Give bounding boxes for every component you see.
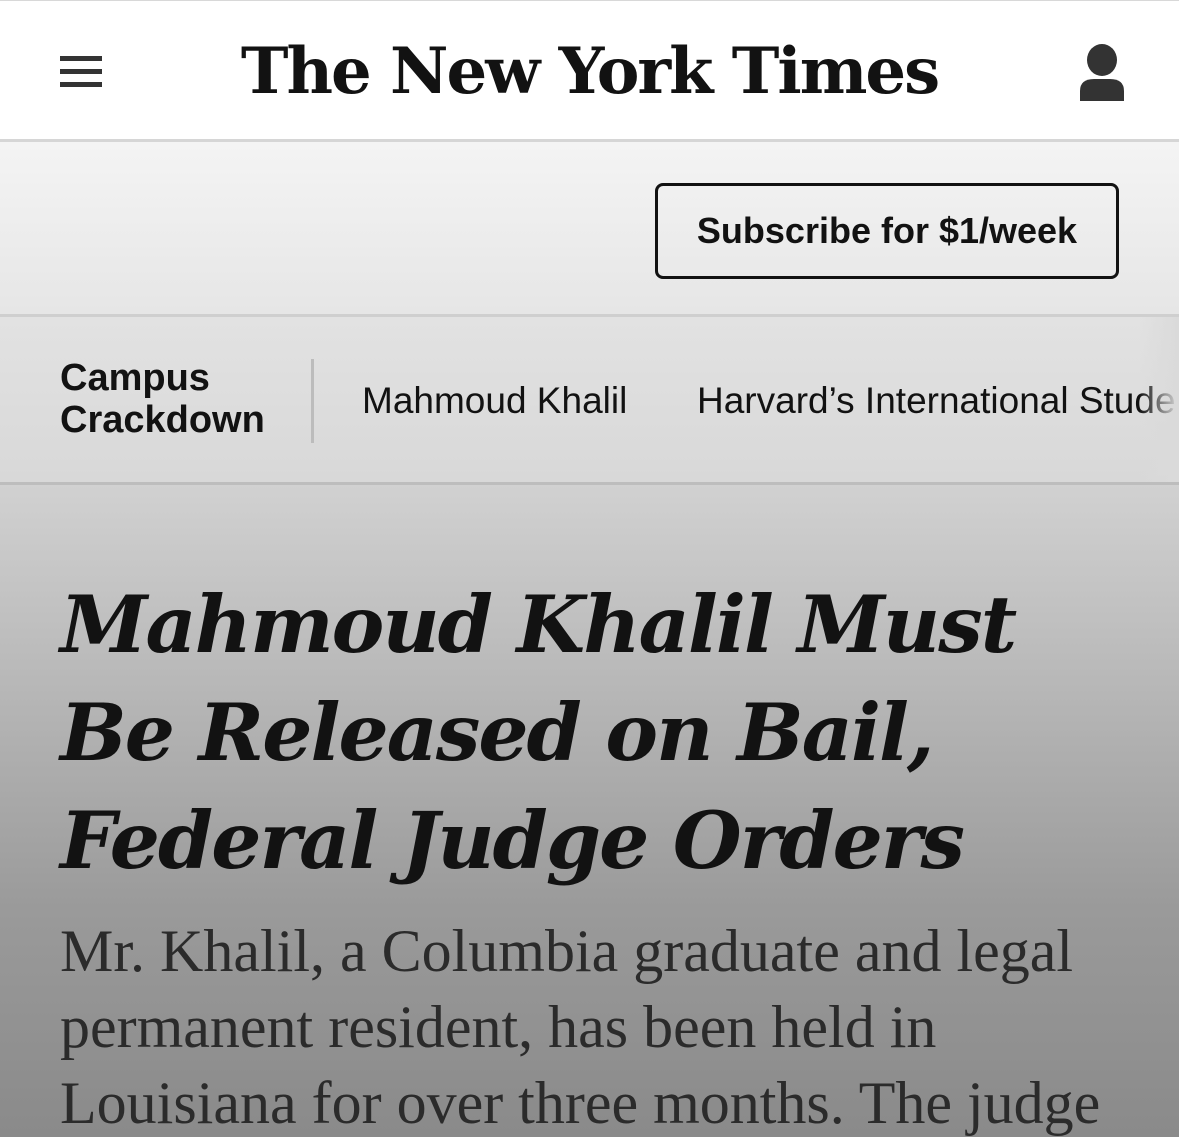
nav-link-mahmoud-khalil[interactable]: Mahmoud Khalil <box>362 379 627 423</box>
person-icon-graphic <box>1080 44 1124 101</box>
nav-link-harvard-international-students[interactable]: Harvard’s International Stude <box>697 379 1176 423</box>
person-icon[interactable] <box>1078 43 1126 103</box>
section-title-link[interactable]: Campus Crackdown <box>60 357 290 441</box>
subscribe-bar: Subscribe for $1/week <box>0 142 1179 317</box>
summary-line: permanent resident, has been held in <box>60 994 937 1060</box>
article-area: Mahmoud Khalil Must Be Released on Bail,… <box>0 485 1179 1137</box>
section-title-line: Crackdown <box>60 399 265 441</box>
nav-scroll-fade <box>1139 317 1179 482</box>
nav-divider <box>311 359 314 443</box>
headline-line: Be Released on Bail, <box>60 686 935 779</box>
nyt-logo[interactable]: The New York Times <box>0 27 1179 117</box>
section-title-line: Campus <box>60 357 210 399</box>
article-summary: Mr. Khalil, a Columbia graduate and lega… <box>60 913 1140 1137</box>
article-headline[interactable]: Mahmoud Khalil Must Be Released on Bail,… <box>60 571 1020 895</box>
summary-line: Mr. Khalil, a Columbia graduate and lega… <box>60 918 1074 984</box>
subscribe-button[interactable]: Subscribe for $1/week <box>655 183 1119 279</box>
headline-line: Mahmoud Khalil Must <box>60 578 1017 671</box>
section-nav: Campus Crackdown Mahmoud Khalil Harvard’… <box>0 317 1179 485</box>
summary-line: Louisiana for over three months. The jud… <box>60 1070 1101 1136</box>
headline-line: Federal Judge Orders <box>60 794 965 887</box>
top-header: The New York Times <box>0 0 1179 142</box>
